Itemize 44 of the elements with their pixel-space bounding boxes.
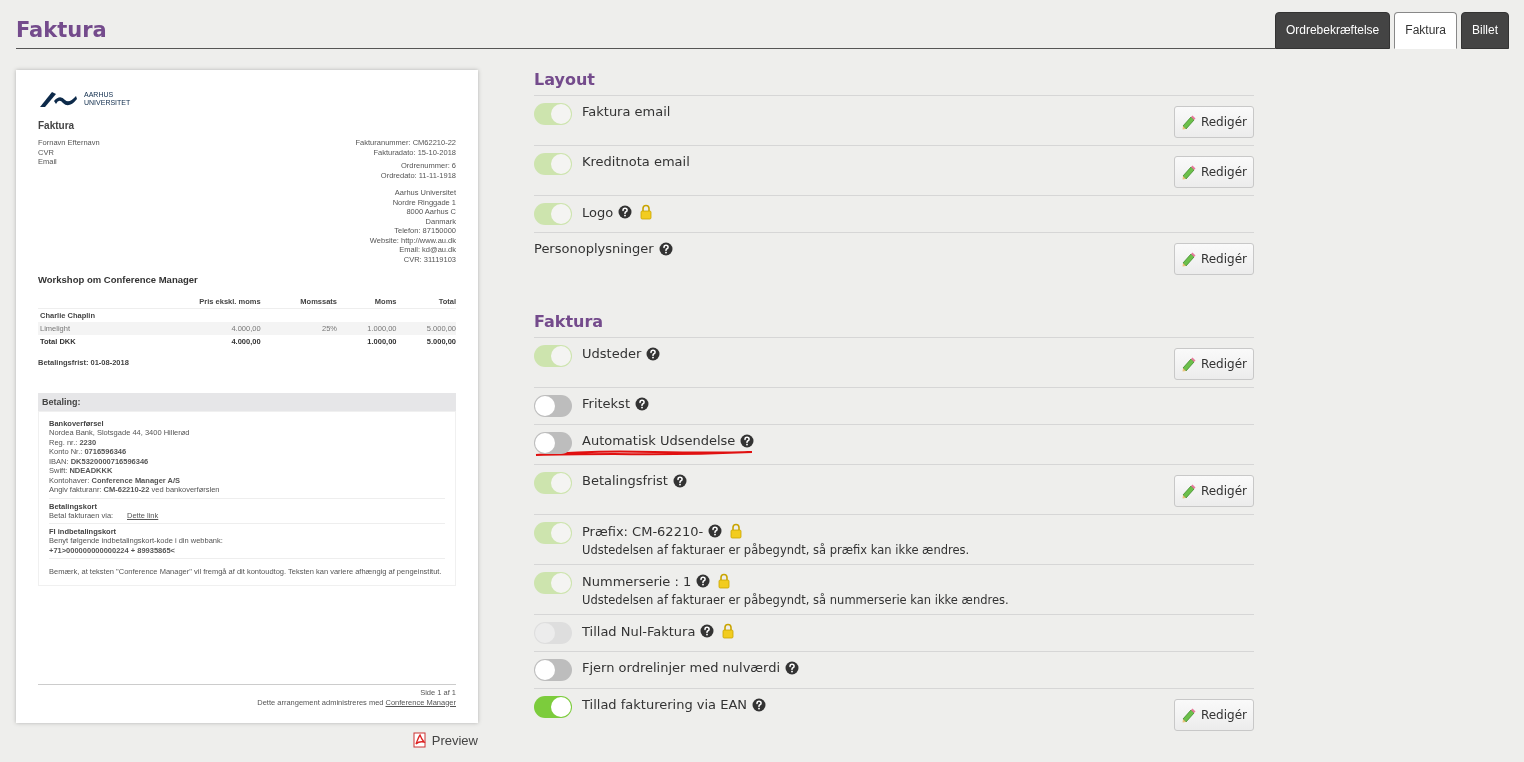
payment-heading: Betaling:	[38, 393, 456, 411]
pencil-icon	[1180, 164, 1197, 180]
setting-label: Personoplysninger	[534, 241, 654, 256]
help-icon[interactable]	[752, 697, 766, 712]
toggle-switch[interactable]	[534, 696, 572, 718]
page-title: Faktura	[16, 18, 1275, 49]
setting-label: Udsteder	[582, 346, 642, 361]
help-icon[interactable]	[785, 660, 800, 675]
setting-note: Udstedelsen af fakturaer er påbegyndt, så nummerserie kan ikke ændres.	[582, 593, 1010, 607]
setting-label: Nummerserie : 1	[582, 573, 692, 589]
edit-button[interactable]: Redigér	[1173, 243, 1254, 275]
logo-icon	[38, 90, 78, 108]
pencil-icon	[1180, 251, 1197, 267]
pencil-icon	[1180, 114, 1197, 130]
pdf-icon	[411, 732, 428, 748]
toggle-switch[interactable]	[534, 432, 572, 454]
setting-label: Kreditnota email	[582, 154, 690, 169]
setting-label: Fjern ordrelinjer med nulværdi	[582, 660, 781, 675]
setting-note: Udstedelsen af fakturaer er påbegyndt, så præfix kan ikke ændres.	[582, 543, 971, 557]
setting-label: Fritekst	[582, 396, 630, 411]
tab[interactable]: Ordrebekræftelse	[1274, 12, 1391, 49]
setting-label: Logo	[582, 204, 614, 220]
setting-label: Automatisk Udsendelse	[582, 433, 736, 448]
help-icon[interactable]	[658, 241, 673, 256]
help-icon[interactable]	[635, 396, 649, 411]
help-icon[interactable]	[740, 433, 755, 448]
section-heading: Faktura	[534, 312, 605, 331]
setting-label: Faktura email	[582, 104, 671, 119]
event-title: Workshop om Conference Manager	[38, 274, 199, 285]
tab[interactable]: Billet	[1461, 12, 1509, 49]
setting-label: Tillad fakturering via EAN	[582, 697, 747, 712]
invoice-title: Faktura	[38, 120, 76, 131]
preview-link[interactable]: Preview	[411, 732, 478, 748]
pencil-icon	[1180, 356, 1197, 372]
toggle-switch[interactable]	[534, 395, 572, 417]
setting-label: Tillad Nul-Faktura	[582, 623, 696, 639]
pencil-icon	[1180, 707, 1197, 723]
setting-label: Betalingsfrist	[582, 473, 668, 488]
section-heading: Layout	[534, 70, 596, 89]
toggle-switch[interactable]	[534, 659, 572, 681]
tab[interactable]: Faktura	[1394, 12, 1457, 49]
edit-button[interactable]: Redigér	[1173, 699, 1254, 731]
pencil-icon	[1180, 483, 1197, 499]
setting-label: Præfix: CM-62210-	[582, 523, 704, 539]
